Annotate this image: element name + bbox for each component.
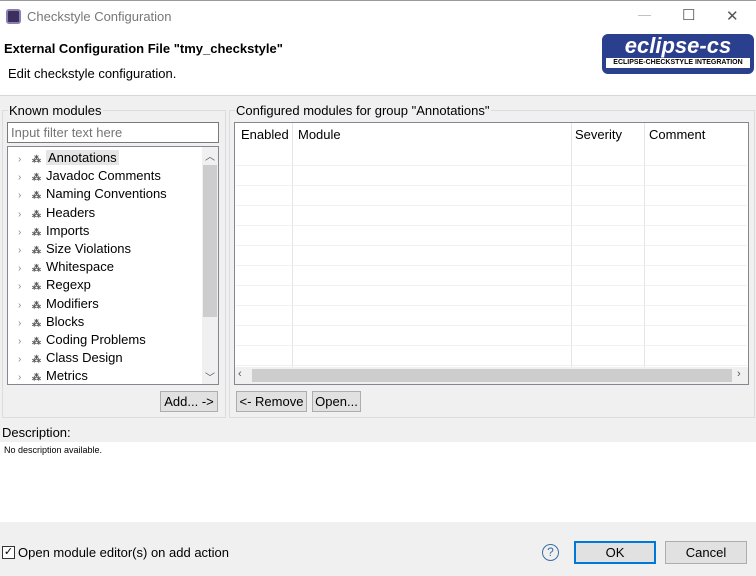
tree-item[interactable]: › ⁂ Imports	[18, 222, 89, 240]
module-group-icon: ⁂	[32, 317, 41, 328]
maximize-button[interactable]: ☐	[682, 6, 695, 24]
scroll-right-icon[interactable]: ›	[737, 368, 741, 380]
add-button[interactable]: Add... ->	[160, 391, 218, 412]
title-bar: Checkstyle Configuration — ☐ ✕	[0, 0, 756, 32]
module-group-icon: ⁂	[32, 154, 41, 164]
tree-item-label: Whitespace	[46, 259, 114, 275]
module-group-icon: ⁂	[32, 263, 41, 274]
module-group-icon: ⁂	[32, 372, 41, 383]
table-row-line	[236, 165, 747, 166]
module-group-icon: ⁂	[32, 208, 41, 219]
filter-input[interactable]	[7, 122, 219, 143]
help-icon[interactable]: ?	[542, 544, 559, 561]
tree-item[interactable]: › ⁂ Blocks	[18, 313, 84, 331]
configured-modules-label: Configured modules for group "Annotation…	[235, 103, 491, 118]
table-row-line	[236, 265, 747, 266]
eclipse-cs-logo: eclipse-cs ECLIPSE-CHECKSTYLE INTEGRATIO…	[602, 34, 754, 74]
known-modules-label: Known modules	[8, 103, 103, 118]
app-icon	[6, 9, 21, 24]
module-group-icon: ⁂	[32, 336, 41, 346]
module-group-icon: ⁂	[32, 245, 41, 255]
description-text: No description available.	[4, 445, 103, 455]
tree-item[interactable]: › ⁂ Size Violations	[18, 240, 131, 258]
open-editor-checkbox[interactable]: ✓	[2, 546, 15, 559]
table-row-line	[236, 365, 747, 366]
horizontal-scroll-thumb[interactable]	[252, 369, 732, 382]
module-group-icon: ⁂	[32, 190, 41, 201]
logo-text: eclipse-cs	[624, 33, 732, 58]
tree-item[interactable]: › ⁂ Metrics	[18, 367, 88, 384]
expand-chevron-icon[interactable]: ›	[18, 369, 32, 384]
tree-item-label: Annotations	[46, 150, 119, 165]
module-group-icon: ⁂	[32, 299, 41, 310]
tree-item-label: Regexp	[46, 277, 91, 293]
scroll-left-icon[interactable]: ‹	[238, 368, 242, 380]
tree-item-label: Javadoc Comments	[46, 168, 161, 184]
tree-scrollbar[interactable]: ︿ ﹀	[202, 147, 218, 384]
tree-item[interactable]: › ⁂ Class Design	[18, 349, 123, 367]
table-row-line	[236, 205, 747, 206]
minimize-button[interactable]: —	[638, 7, 651, 22]
tree-item[interactable]: › ⁂ Whitespace	[18, 258, 114, 276]
tree-item-label: Class Design	[46, 350, 123, 366]
header-subtitle: Edit checkstyle configuration.	[8, 66, 177, 81]
header-title: External Configuration File "tmy_checkst…	[4, 41, 283, 56]
module-group-icon: ⁂	[32, 172, 41, 183]
configured-modules-table[interactable]: Enabled Module Severity Comment ‹ ›	[234, 122, 749, 385]
tree-item-label: Imports	[46, 222, 90, 238]
table-row-line	[236, 225, 747, 226]
tree-item[interactable]: › ⁂ Coding Problems	[18, 331, 146, 349]
scroll-thumb[interactable]	[203, 165, 217, 317]
table-row-line	[236, 185, 747, 186]
table-row-line	[236, 305, 747, 306]
scroll-down-icon[interactable]: ﹀	[205, 369, 215, 384]
tree-item[interactable]: › ⁂ Naming Conventions	[18, 185, 167, 203]
horizontal-scrollbar[interactable]: ‹ ›	[235, 367, 748, 384]
tree-item[interactable]: › ⁂ Annotations	[18, 149, 119, 167]
table-header: Enabled Module Severity Comment	[235, 123, 748, 145]
dialog-header: External Configuration File "tmy_checkst…	[0, 32, 756, 96]
column-module[interactable]: Module	[298, 127, 341, 142]
scroll-up-icon[interactable]: ︿	[205, 148, 215, 163]
tree-item[interactable]: › ⁂ Headers	[18, 204, 95, 222]
description-label: Description:	[2, 425, 71, 440]
table-row-line	[236, 245, 747, 246]
open-button[interactable]: Open...	[312, 391, 361, 412]
tree-item-label: Naming Conventions	[46, 186, 167, 202]
tree-item-label: Blocks	[46, 313, 85, 329]
tree-item-label: Modifiers	[46, 295, 99, 311]
tree-item-label: Headers	[46, 204, 96, 220]
module-group-icon: ⁂	[32, 354, 41, 365]
tree-item-label: Metrics	[46, 368, 88, 384]
ok-button[interactable]: OK	[574, 541, 656, 564]
window-title: Checkstyle Configuration	[27, 9, 172, 24]
logo-subtext: ECLIPSE-CHECKSTYLE INTEGRATION	[606, 58, 750, 68]
column-enabled[interactable]: Enabled	[241, 127, 289, 142]
table-row-line	[236, 325, 747, 326]
tree-item[interactable]: › ⁂ Javadoc Comments	[18, 167, 161, 185]
column-severity[interactable]: Severity	[575, 127, 622, 142]
table-row-line	[236, 345, 747, 346]
description-box[interactable]: No description available.	[0, 442, 756, 522]
column-comment[interactable]: Comment	[649, 127, 705, 142]
cancel-button[interactable]: Cancel	[665, 541, 747, 564]
table-row-line	[236, 285, 747, 286]
tree-item[interactable]: › ⁂ Regexp	[18, 276, 91, 294]
tree-item-label: Coding Problems	[46, 332, 146, 347]
module-group-icon: ⁂	[32, 281, 41, 292]
close-button[interactable]: ✕	[726, 7, 739, 25]
module-group-icon: ⁂	[32, 226, 41, 237]
modules-tree[interactable]: ︿ ﹀ › ⁂ Annotations › ⁂ Javadoc Comments › ⁂ Nam…	[7, 146, 219, 385]
tree-item[interactable]: › ⁂ Modifiers	[18, 295, 99, 313]
tree-item-label: Size Violations	[46, 241, 132, 256]
open-editor-label[interactable]: Open module editor(s) on add action	[18, 545, 229, 560]
remove-button[interactable]: <- Remove	[236, 391, 307, 412]
